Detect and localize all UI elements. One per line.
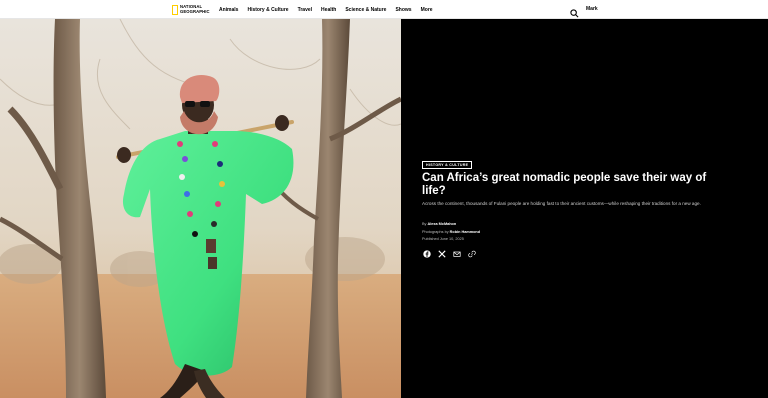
share-row xyxy=(422,249,482,258)
facebook-icon[interactable] xyxy=(422,249,431,258)
article-dek: Across the continent, thousands of Fulan… xyxy=(422,201,701,206)
category-tag[interactable]: History & Culture xyxy=(422,161,473,169)
nav-link-animals[interactable]: Animals xyxy=(219,7,238,13)
nav-link-science-nature[interactable]: Science & Nature xyxy=(345,7,386,13)
byline: By Alexa McMahon xyxy=(422,222,456,226)
primary-nav: Animals History & Culture Travel Health … xyxy=(219,0,442,19)
nav-link-more[interactable]: More xyxy=(421,7,433,13)
account-link[interactable]: Mark xyxy=(586,6,598,12)
nav-link-health[interactable]: Health xyxy=(321,7,336,13)
article-header: History & Culture Can Africa’s great nom… xyxy=(401,19,768,398)
logo-line-2: Geographic xyxy=(180,8,210,14)
logo-wordmark: National Geographic xyxy=(180,4,210,14)
natgeo-logo[interactable]: National Geographic xyxy=(172,4,210,15)
byline-prefix: By xyxy=(422,222,427,226)
photo-credit: Photographs by Robin Hammond xyxy=(422,230,480,234)
yellow-border-icon xyxy=(172,4,178,15)
author-link[interactable]: Alexa McMahon xyxy=(428,222,457,226)
photographer-link[interactable]: Robin Hammond xyxy=(450,230,480,234)
nav-link-history-culture[interactable]: History & Culture xyxy=(247,7,288,13)
email-icon[interactable] xyxy=(452,249,461,258)
article-headline: Can Africa’s great nomadic people save t… xyxy=(422,172,707,197)
x-icon[interactable] xyxy=(437,249,446,258)
hero-photo xyxy=(0,19,401,398)
search-icon[interactable] xyxy=(570,5,579,18)
photo-credit-prefix: Photographs by xyxy=(422,230,449,234)
nav-link-travel[interactable]: Travel xyxy=(298,7,312,13)
link-icon[interactable] xyxy=(467,249,476,258)
top-navigation: National Geographic Animals History & Cu… xyxy=(0,0,768,19)
nav-link-shows[interactable]: Shows xyxy=(395,7,411,13)
published-date: Published June 10, 2025 xyxy=(422,237,464,241)
